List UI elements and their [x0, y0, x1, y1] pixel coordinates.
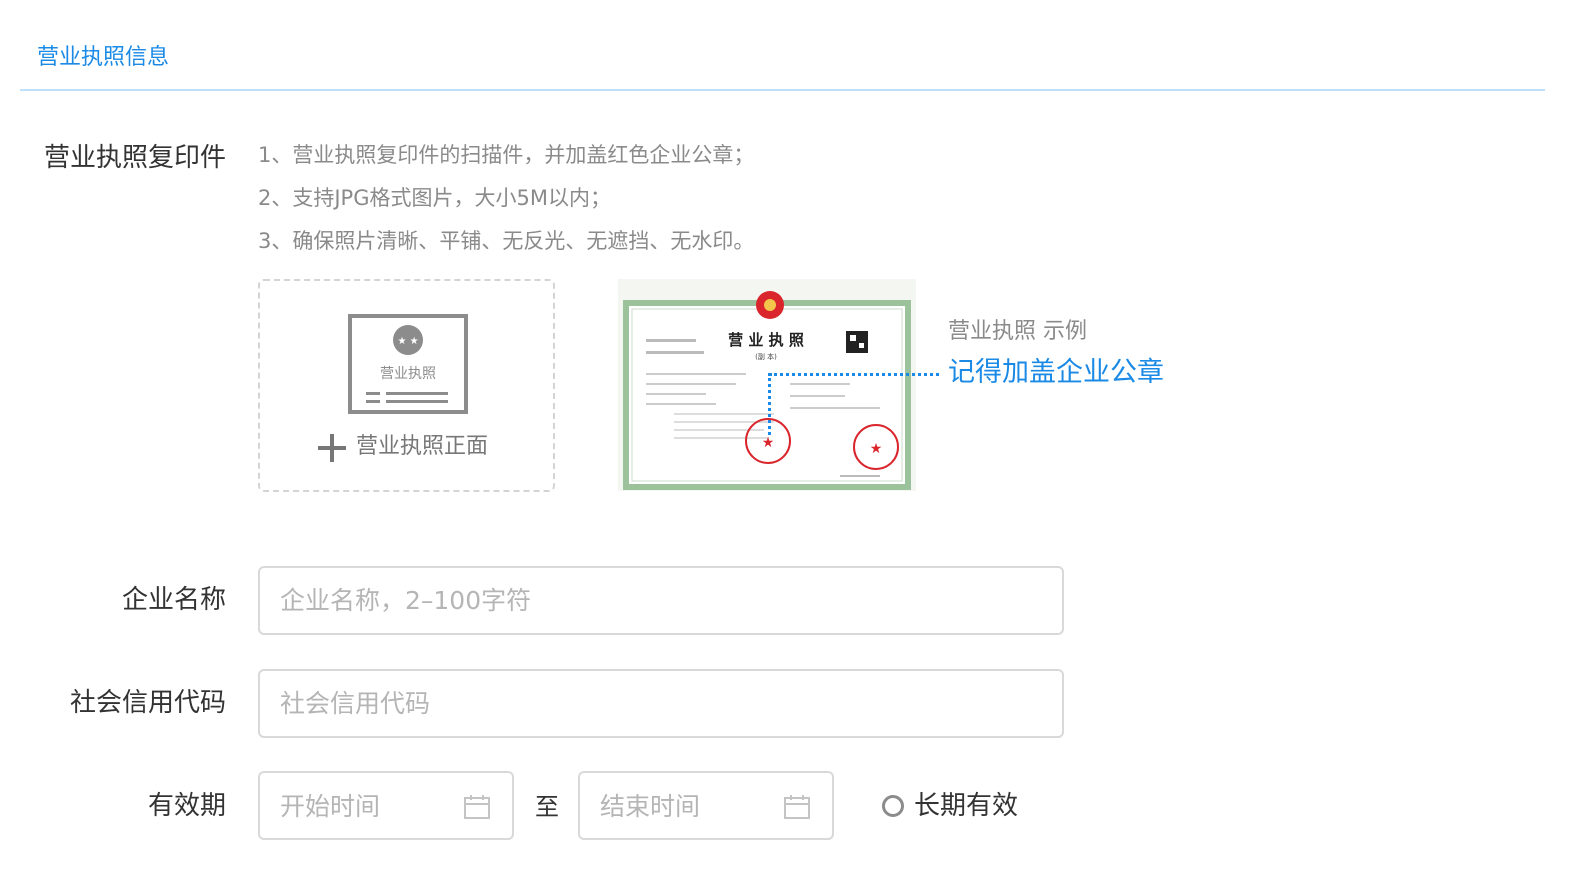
- upload-label: 营业执照正面: [356, 434, 489, 459]
- hint-2: 2、支持JPG格式图片，大小5M以内；: [258, 186, 611, 210]
- start-date-placeholder: 开始时间: [280, 792, 381, 821]
- hint-3: 3、确保照片清晰、平铺、无反光、无遮挡、无水印。: [258, 229, 755, 253]
- example-doc-subtitle: (副 本): [755, 352, 777, 361]
- hint-1: 1、营业执照复印件的扫描件，并加盖红色企业公章；: [258, 143, 755, 167]
- license-icon-text: 营业执照: [380, 366, 436, 382]
- section-title: 营业执照信息: [37, 45, 170, 70]
- start-date-picker[interactable]: 开始时间: [258, 771, 514, 840]
- example-license-image: 营 业 执 照 (副 本) ★ ★: [618, 279, 916, 491]
- svg-text:★ ★: ★ ★: [397, 336, 418, 347]
- example-doc-title: 营 业 执 照: [728, 331, 804, 349]
- credit-code-label: 社会信用代码: [69, 688, 226, 718]
- validity-label: 有效期: [147, 791, 226, 821]
- note-connector: [769, 373, 939, 376]
- license-upload-box[interactable]: ★ ★ 营业执照 营业执照正面: [258, 279, 555, 492]
- section-divider: [20, 89, 1545, 91]
- example-caption: 营业执照 示例: [948, 319, 1087, 344]
- company-name-input[interactable]: [258, 566, 1064, 635]
- plus-icon: [318, 434, 346, 462]
- long-term-label: 长期有效: [914, 791, 1019, 821]
- company-name-label: 企业名称: [121, 585, 226, 615]
- radio-icon: [882, 795, 904, 817]
- end-date-placeholder: 结束时间: [600, 792, 701, 821]
- license-copy-label: 营业执照复印件: [43, 143, 226, 173]
- license-icon: ★ ★ 营业执照: [348, 314, 468, 414]
- example-note: 记得加盖企业公章: [948, 357, 1164, 388]
- calendar-icon: [784, 795, 810, 819]
- end-date-picker[interactable]: 结束时间: [578, 771, 834, 840]
- note-connector-vertical: [768, 373, 771, 435]
- svg-text:★: ★: [762, 435, 775, 451]
- calendar-icon: [464, 795, 490, 819]
- credit-code-input[interactable]: [258, 669, 1064, 738]
- date-separator: 至: [535, 793, 559, 821]
- svg-text:★: ★: [870, 441, 883, 457]
